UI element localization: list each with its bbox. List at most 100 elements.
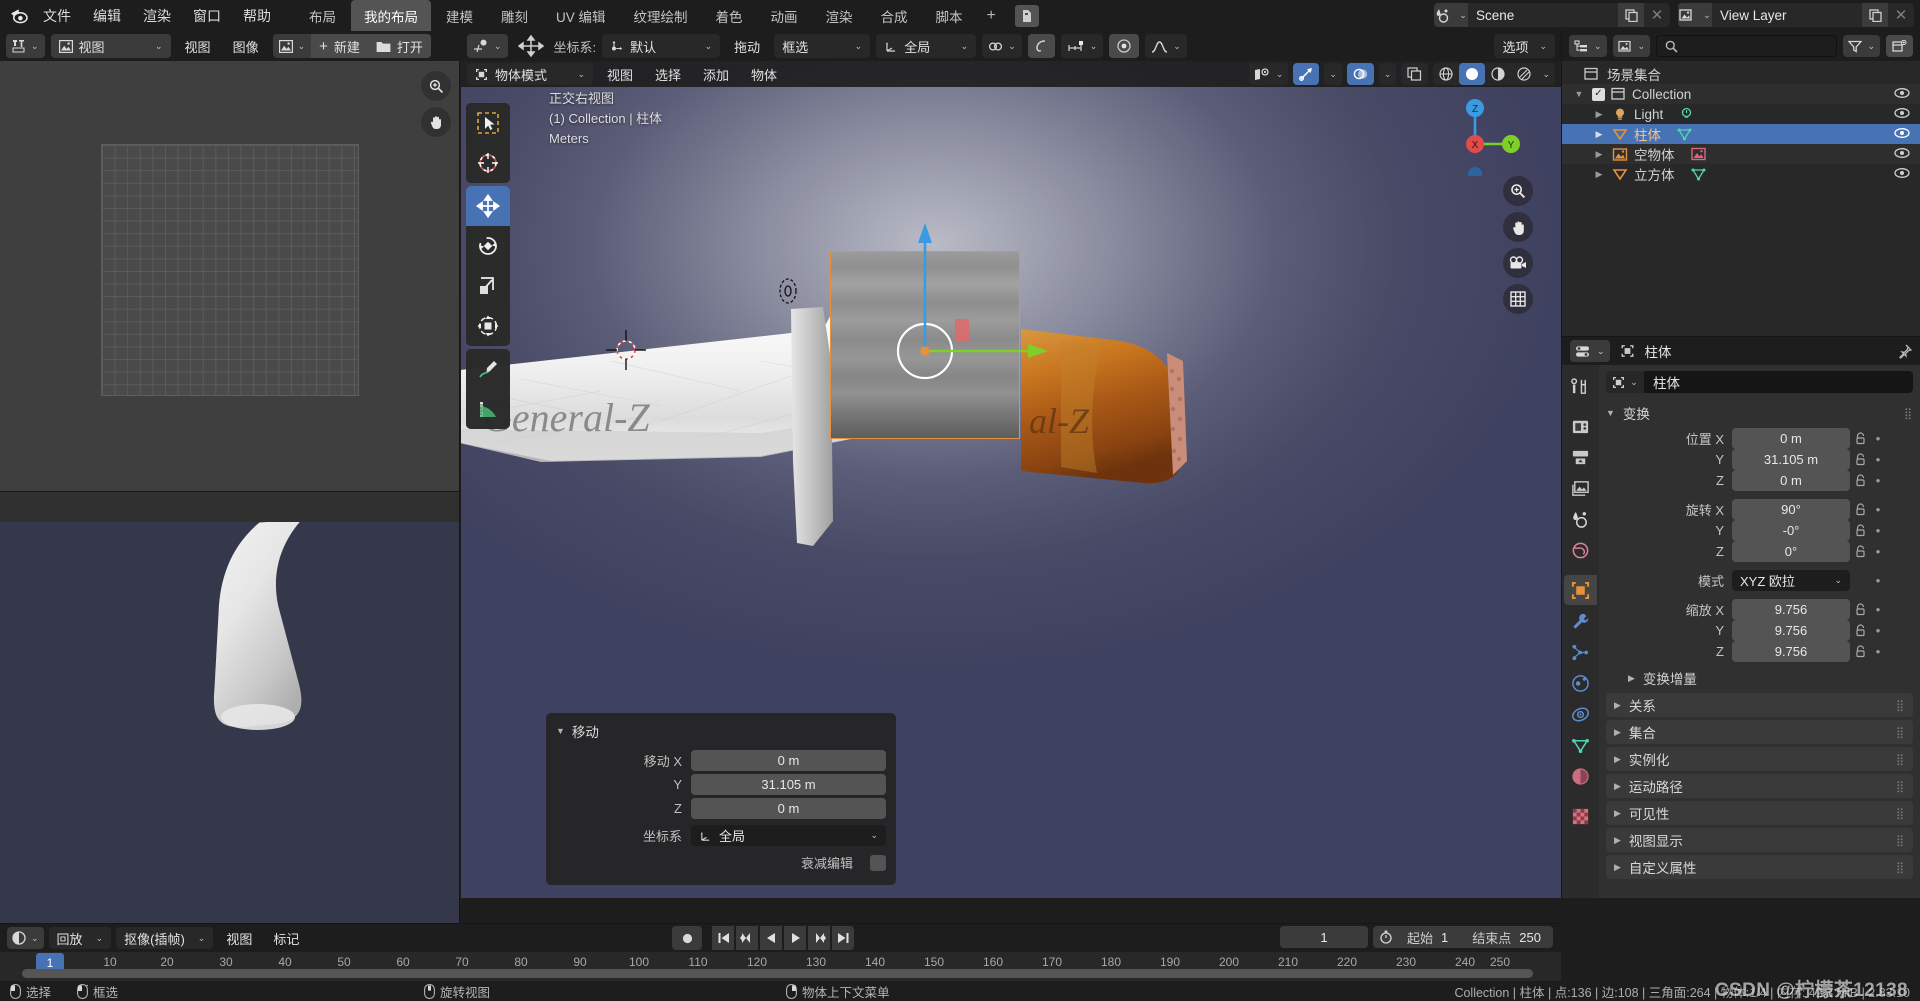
playback-menu[interactable]: 回放 ⌄ (48, 927, 112, 949)
uv-canvas[interactable] (0, 61, 459, 491)
workspace-tab-compositing[interactable]: 合成 (868, 0, 921, 31)
outliner-filter-button[interactable]: ⌄ (1843, 35, 1880, 57)
new-scene-icon[interactable] (1618, 3, 1644, 27)
collection-checkbox[interactable]: ✓ (1592, 87, 1605, 101)
disclosure-triangle-icon[interactable]: ▶ (1592, 149, 1606, 160)
viewport-menu-view[interactable]: 视图 (599, 62, 641, 86)
outliner-row-cube[interactable]: ▶ 立方体 (1562, 164, 1920, 184)
lock-icon[interactable] (1850, 544, 1870, 558)
lock-icon[interactable] (1850, 602, 1870, 616)
pin-icon[interactable] (1897, 344, 1912, 359)
blender-file-icon[interactable] (1014, 4, 1039, 27)
section-motion-paths[interactable]: ▶ 运动路径 ⣿ (1606, 774, 1913, 798)
section-relations[interactable]: ▶ 关系 ⣿ (1606, 693, 1913, 717)
start-frame-value[interactable]: 1 (1441, 930, 1464, 945)
disclosure-triangle-icon[interactable]: ▼ (1572, 89, 1586, 99)
animate-dot-icon[interactable]: • (1870, 644, 1886, 659)
disclosure-triangle-icon[interactable]: ▶ (1592, 169, 1606, 180)
viewport-options-menu[interactable]: 选项 ⌄ (1494, 34, 1555, 58)
object-browse-icon[interactable]: ⌄ (1606, 371, 1644, 393)
animate-dot-icon[interactable]: • (1870, 431, 1886, 446)
snap-increment-toggle[interactable]: ⌄ (1060, 34, 1104, 58)
play-button[interactable] (784, 926, 806, 950)
shading-material-preview-button[interactable] (1485, 63, 1511, 85)
section-instancing[interactable]: ▶ 实例化 ⣿ (1606, 747, 1913, 771)
rotation-x-field[interactable]: 90° (1732, 498, 1850, 520)
tool-tweak[interactable] (466, 103, 510, 143)
scene-name[interactable]: Scene (1468, 8, 1618, 23)
snap-magnet-toggle[interactable]: ⌄ (982, 34, 1022, 58)
rotation-y-field[interactable]: -0° (1732, 519, 1850, 541)
show-gizmo-toggle[interactable] (1293, 63, 1320, 85)
image-editor-menu-view[interactable]: 视图 (177, 34, 219, 58)
mesh-data-icon[interactable] (1677, 127, 1692, 141)
timeline-editor-type-selector[interactable]: ⌄ (7, 927, 44, 949)
tool-transform[interactable] (466, 306, 510, 346)
add-workspace-button[interactable]: + (978, 0, 1005, 31)
lock-icon[interactable] (1850, 502, 1870, 516)
tool-scale[interactable] (466, 266, 510, 306)
play-reverse-button[interactable] (760, 926, 782, 950)
keying-menu[interactable]: 抠像(插帧) ⌄ (116, 927, 214, 949)
menu-help[interactable]: 帮助 (232, 3, 282, 29)
lock-icon[interactable] (1850, 623, 1870, 637)
open-image-button[interactable]: 打开 (367, 34, 431, 58)
pan-hand-icon[interactable] (1503, 212, 1533, 242)
workspace-tab-modeling[interactable]: 建模 (433, 0, 486, 31)
scale-y-field[interactable]: 9.756 (1732, 619, 1850, 641)
outliner-search-input[interactable] (1656, 35, 1838, 57)
workspace-tab-sculpting[interactable]: 雕刻 (488, 0, 541, 31)
section-collections[interactable]: ▶ 集合 ⣿ (1606, 720, 1913, 744)
menu-render[interactable]: 渲染 (132, 3, 182, 29)
properties-tab-tool[interactable] (1564, 371, 1597, 401)
delta-transform-section[interactable]: ▶ 变换增量 (1606, 667, 1913, 689)
animate-dot-icon[interactable]: • (1870, 502, 1886, 517)
lock-icon[interactable] (1850, 431, 1870, 445)
gizmo-options-dropdown[interactable]: ⌄ (1324, 63, 1342, 85)
tool-measure[interactable] (466, 389, 510, 429)
end-frame-value[interactable]: 250 (1519, 930, 1553, 945)
properties-t[interactable] (1564, 442, 1597, 472)
blender-logo-icon[interactable] (6, 3, 32, 29)
image-editor-mode-selector[interactable]: 视图 ⌄ (50, 34, 171, 58)
snap-space-selector[interactable]: 全局 ⌄ (876, 34, 977, 58)
redo-orientation-selector[interactable]: 全局 ⌄ (691, 825, 886, 846)
outliner-row-collection[interactable]: ▼ ✓ Collection (1562, 84, 1920, 104)
drag-action-selector[interactable]: 框选 ⌄ (774, 34, 871, 58)
visibility-eye-icon[interactable] (1894, 126, 1910, 140)
xray-toggle[interactable] (1401, 63, 1429, 85)
redo-move-z-field[interactable]: 0 m (691, 798, 886, 819)
properties-tab-render[interactable] (1564, 411, 1597, 441)
workspace-tab-animation[interactable]: 动画 (758, 0, 811, 31)
editor-type-selector[interactable]: ⌄ (6, 34, 45, 58)
previous-keyframe-button[interactable] (736, 926, 758, 950)
properties-tab-view-layer[interactable] (1564, 473, 1597, 503)
redo-move-y-field[interactable]: 31.105 m (691, 774, 886, 795)
light-data-icon[interactable] (1679, 107, 1694, 121)
viewport-menu-object[interactable]: 物体 (743, 62, 785, 86)
outliner-row-empty[interactable]: ▶ 空物体 (1562, 144, 1920, 164)
outliner-row-light[interactable]: ▶ Light (1562, 104, 1920, 124)
viewport-axis-gizmo[interactable]: Z X Y (1447, 86, 1537, 176)
lower-left-viewport[interactable] (0, 522, 459, 923)
tool-move[interactable] (466, 186, 510, 226)
workspace-tab-uv-editing[interactable]: UV 编辑 (543, 0, 619, 31)
properties-tab-physics[interactable] (1564, 668, 1597, 698)
animate-dot-icon[interactable]: • (1870, 523, 1886, 538)
redo-move-x-field[interactable]: 0 m (691, 750, 886, 771)
overlay-options-dropdown[interactable]: ⌄ (1378, 63, 1397, 85)
empty-object-marker[interactable] (773, 274, 803, 308)
redo-proportional-checkbox[interactable] (870, 854, 886, 871)
new-collection-button[interactable] (1886, 35, 1913, 57)
disclosure-triangle-icon[interactable]: ▶ (1592, 109, 1606, 120)
jump-to-end-button[interactable] (832, 926, 854, 950)
jump-to-start-button[interactable] (712, 926, 734, 950)
menu-file[interactable]: 文件 (32, 3, 82, 29)
section-custom-properties[interactable]: ▶ 自定义属性 ⣿ (1606, 855, 1913, 879)
new-image-button[interactable]: + 新建 (311, 34, 368, 58)
shading-solid-button[interactable] (1459, 63, 1486, 85)
properties-tab-world[interactable] (1564, 535, 1597, 565)
properties-tab-modifiers[interactable] (1564, 606, 1597, 636)
workspace-tab-mylayout[interactable]: 我的布局 (351, 0, 431, 31)
image-datablock-selector[interactable]: ⌄ (272, 34, 312, 58)
